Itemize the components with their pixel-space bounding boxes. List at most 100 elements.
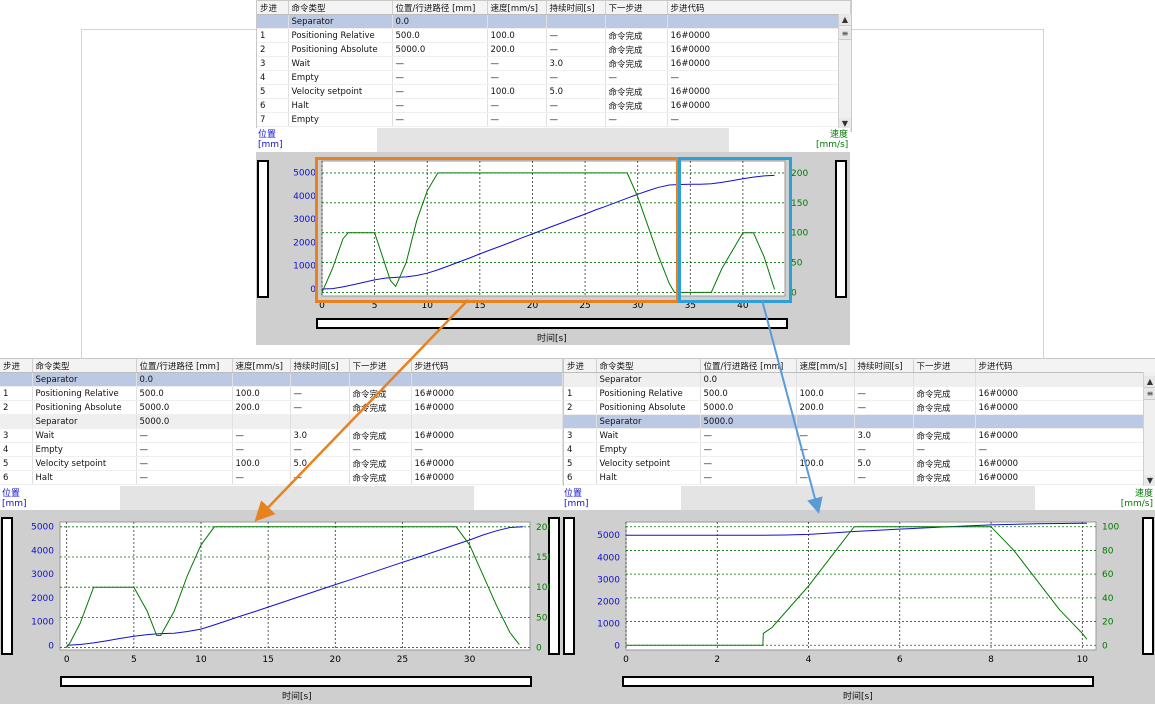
command-type-cell[interactable]: Empty (32, 442, 137, 457)
position-cell[interactable]: — (700, 456, 797, 471)
duration-cell[interactable]: 3.0 (290, 428, 350, 443)
step-code-cell[interactable]: 16#0000 (411, 456, 563, 471)
table-row[interactable]: 2 Positioning Absolute 5000.0 200.0— 命令完成 16#… (0, 400, 563, 415)
column-header-position[interactable]: 位置/行进路径 [mm] (392, 1, 488, 15)
command-type-cell[interactable]: Positioning Relative (596, 386, 701, 401)
step-cell[interactable]: 5 (0, 456, 33, 471)
step-cell[interactable]: 4 (0, 442, 33, 457)
velocity-cell[interactable]: — (487, 56, 547, 71)
velocity-cell[interactable]: — (487, 112, 547, 127)
command-type-cell[interactable]: Positioning Absolute (596, 400, 701, 415)
step-code-cell[interactable]: — (975, 442, 1155, 457)
step-code-cell[interactable]: 16#0000 (667, 42, 851, 57)
duration-cell[interactable]: — (546, 112, 606, 127)
left-zoom-slider[interactable] (563, 517, 575, 655)
position-cell[interactable]: 0.0 (700, 372, 797, 387)
step-code-cell[interactable]: 16#0000 (975, 470, 1155, 485)
duration-cell[interactable]: 5.0 (290, 456, 350, 471)
duration-cell[interactable]: 5.0 (546, 84, 606, 99)
table-row[interactable]: 4 Empty — — — — — (257, 70, 851, 85)
next-step-cell[interactable] (349, 372, 412, 387)
table-row[interactable]: Separator 0.0 (564, 372, 1155, 387)
velocity-cell[interactable]: — (487, 98, 547, 113)
step-code-cell[interactable]: — (411, 442, 563, 457)
velocity-cell[interactable]: 200.0 (796, 400, 855, 415)
step-code-cell[interactable]: 16#0000 (975, 386, 1155, 401)
command-type-cell[interactable]: Halt (596, 470, 701, 485)
next-step-cell[interactable]: 命令完成 (913, 456, 976, 471)
next-step-cell[interactable]: — (605, 70, 668, 85)
position-cell[interactable]: — (136, 470, 233, 485)
command-type-cell[interactable]: Wait (596, 428, 701, 443)
position-cell[interactable]: — (700, 428, 797, 443)
next-step-cell[interactable]: 命令完成 (349, 386, 412, 401)
next-step-cell[interactable]: 命令完成 (349, 400, 412, 415)
right-zoom-slider[interactable] (835, 160, 847, 298)
duration-cell[interactable] (290, 372, 350, 387)
step-code-cell[interactable]: — (667, 70, 851, 85)
command-type-cell[interactable]: Separator (596, 372, 701, 387)
step-code-cell[interactable]: 16#0000 (411, 386, 563, 401)
command-type-cell[interactable]: Separator (288, 14, 393, 29)
step-code-cell[interactable]: 16#0000 (975, 456, 1155, 471)
scroll-grip-icon[interactable]: ≡ (1144, 388, 1155, 400)
column-header-step[interactable]: 步进 (0, 359, 33, 373)
step-code-cell[interactable]: 16#0000 (667, 56, 851, 71)
column-header-command-type[interactable]: 命令类型 (288, 1, 393, 15)
velocity-cell[interactable] (487, 14, 547, 29)
position-cell[interactable]: — (136, 428, 233, 443)
step-cell[interactable]: 6 (0, 470, 33, 485)
duration-cell[interactable]: — (546, 28, 606, 43)
column-header-velocity[interactable]: 速度[mm/s] (796, 359, 855, 373)
duration-cell[interactable]: 3.0 (546, 56, 606, 71)
table-row[interactable]: 3 Wait — —3.0 命令完成 16#0000 (0, 428, 563, 443)
table-row[interactable]: 2 Positioning Absolute 5000.0 200.0— 命令完成 16#… (257, 42, 851, 57)
velocity-cell[interactable]: — (487, 70, 547, 85)
column-header-step-code[interactable]: 步进代码 (667, 1, 851, 15)
duration-cell[interactable]: 3.0 (854, 428, 914, 443)
column-header-command-type[interactable]: 命令类型 (596, 359, 701, 373)
table-row[interactable]: Separator 5000.0 (0, 414, 563, 429)
table-row[interactable]: 5 Velocity setpoint —100.0 5.0 命令完成 16#0000 (257, 84, 851, 99)
left-zoom-slider[interactable] (257, 160, 269, 298)
column-header-duration[interactable]: 持续时间[s] (546, 1, 606, 15)
next-step-cell[interactable] (605, 14, 668, 29)
table-row[interactable]: Separator 0.0 (257, 14, 851, 29)
column-header-velocity[interactable]: 速度[mm/s] (487, 1, 547, 15)
step-code-cell[interactable] (411, 372, 563, 387)
right-zoom-slider[interactable] (1142, 517, 1154, 655)
duration-cell[interactable]: — (854, 386, 914, 401)
position-cell[interactable]: 5000.0 (136, 414, 233, 429)
command-type-cell[interactable]: Wait (288, 56, 393, 71)
velocity-cell[interactable]: — (796, 428, 855, 443)
position-cell[interactable]: 0.0 (392, 14, 488, 29)
column-header-next-step[interactable]: 下一步进 (605, 1, 668, 15)
step-code-cell[interactable]: 16#0000 (667, 28, 851, 43)
command-type-cell[interactable]: Separator (32, 372, 137, 387)
command-type-cell[interactable]: Positioning Absolute (288, 42, 393, 57)
table-row[interactable]: 1 Positioning Relative 500.0 100.0— 命令完成 16#0… (564, 386, 1155, 401)
table-row[interactable]: 3 Wait — —3.0 命令完成 16#0000 (564, 428, 1155, 443)
duration-cell[interactable] (290, 414, 350, 429)
duration-cell[interactable]: — (854, 400, 914, 415)
column-header-position[interactable]: 位置/行进路径 [mm] (700, 359, 797, 373)
position-cell[interactable]: 5000.0 (136, 400, 233, 415)
column-header-velocity[interactable]: 速度[mm/s] (232, 359, 291, 373)
duration-cell[interactable]: — (546, 42, 606, 57)
position-cell[interactable]: 5000.0 (700, 400, 797, 415)
next-step-cell[interactable]: 命令完成 (605, 98, 668, 113)
table-row[interactable]: 5 Velocity setpoint —100.0 5.0 命令完成 16#0000 (564, 456, 1155, 471)
command-type-cell[interactable]: Positioning Absolute (32, 400, 137, 415)
next-step-cell[interactable]: 命令完成 (913, 428, 976, 443)
velocity-cell[interactable]: — (232, 470, 291, 485)
position-cell[interactable]: — (392, 56, 488, 71)
command-type-cell[interactable]: Empty (288, 112, 393, 127)
velocity-cell[interactable]: — (796, 442, 855, 457)
table-row[interactable]: 6 Halt — — — 命令完成 16#0000 (0, 470, 563, 485)
table-row[interactable]: Separator 0.0 (0, 372, 563, 387)
next-step-cell[interactable]: 命令完成 (913, 386, 976, 401)
velocity-cell[interactable]: 200.0 (487, 42, 547, 57)
step-cell[interactable]: 6 (257, 98, 289, 113)
position-cell[interactable]: 0.0 (136, 372, 233, 387)
next-step-cell[interactable]: 命令完成 (349, 456, 412, 471)
